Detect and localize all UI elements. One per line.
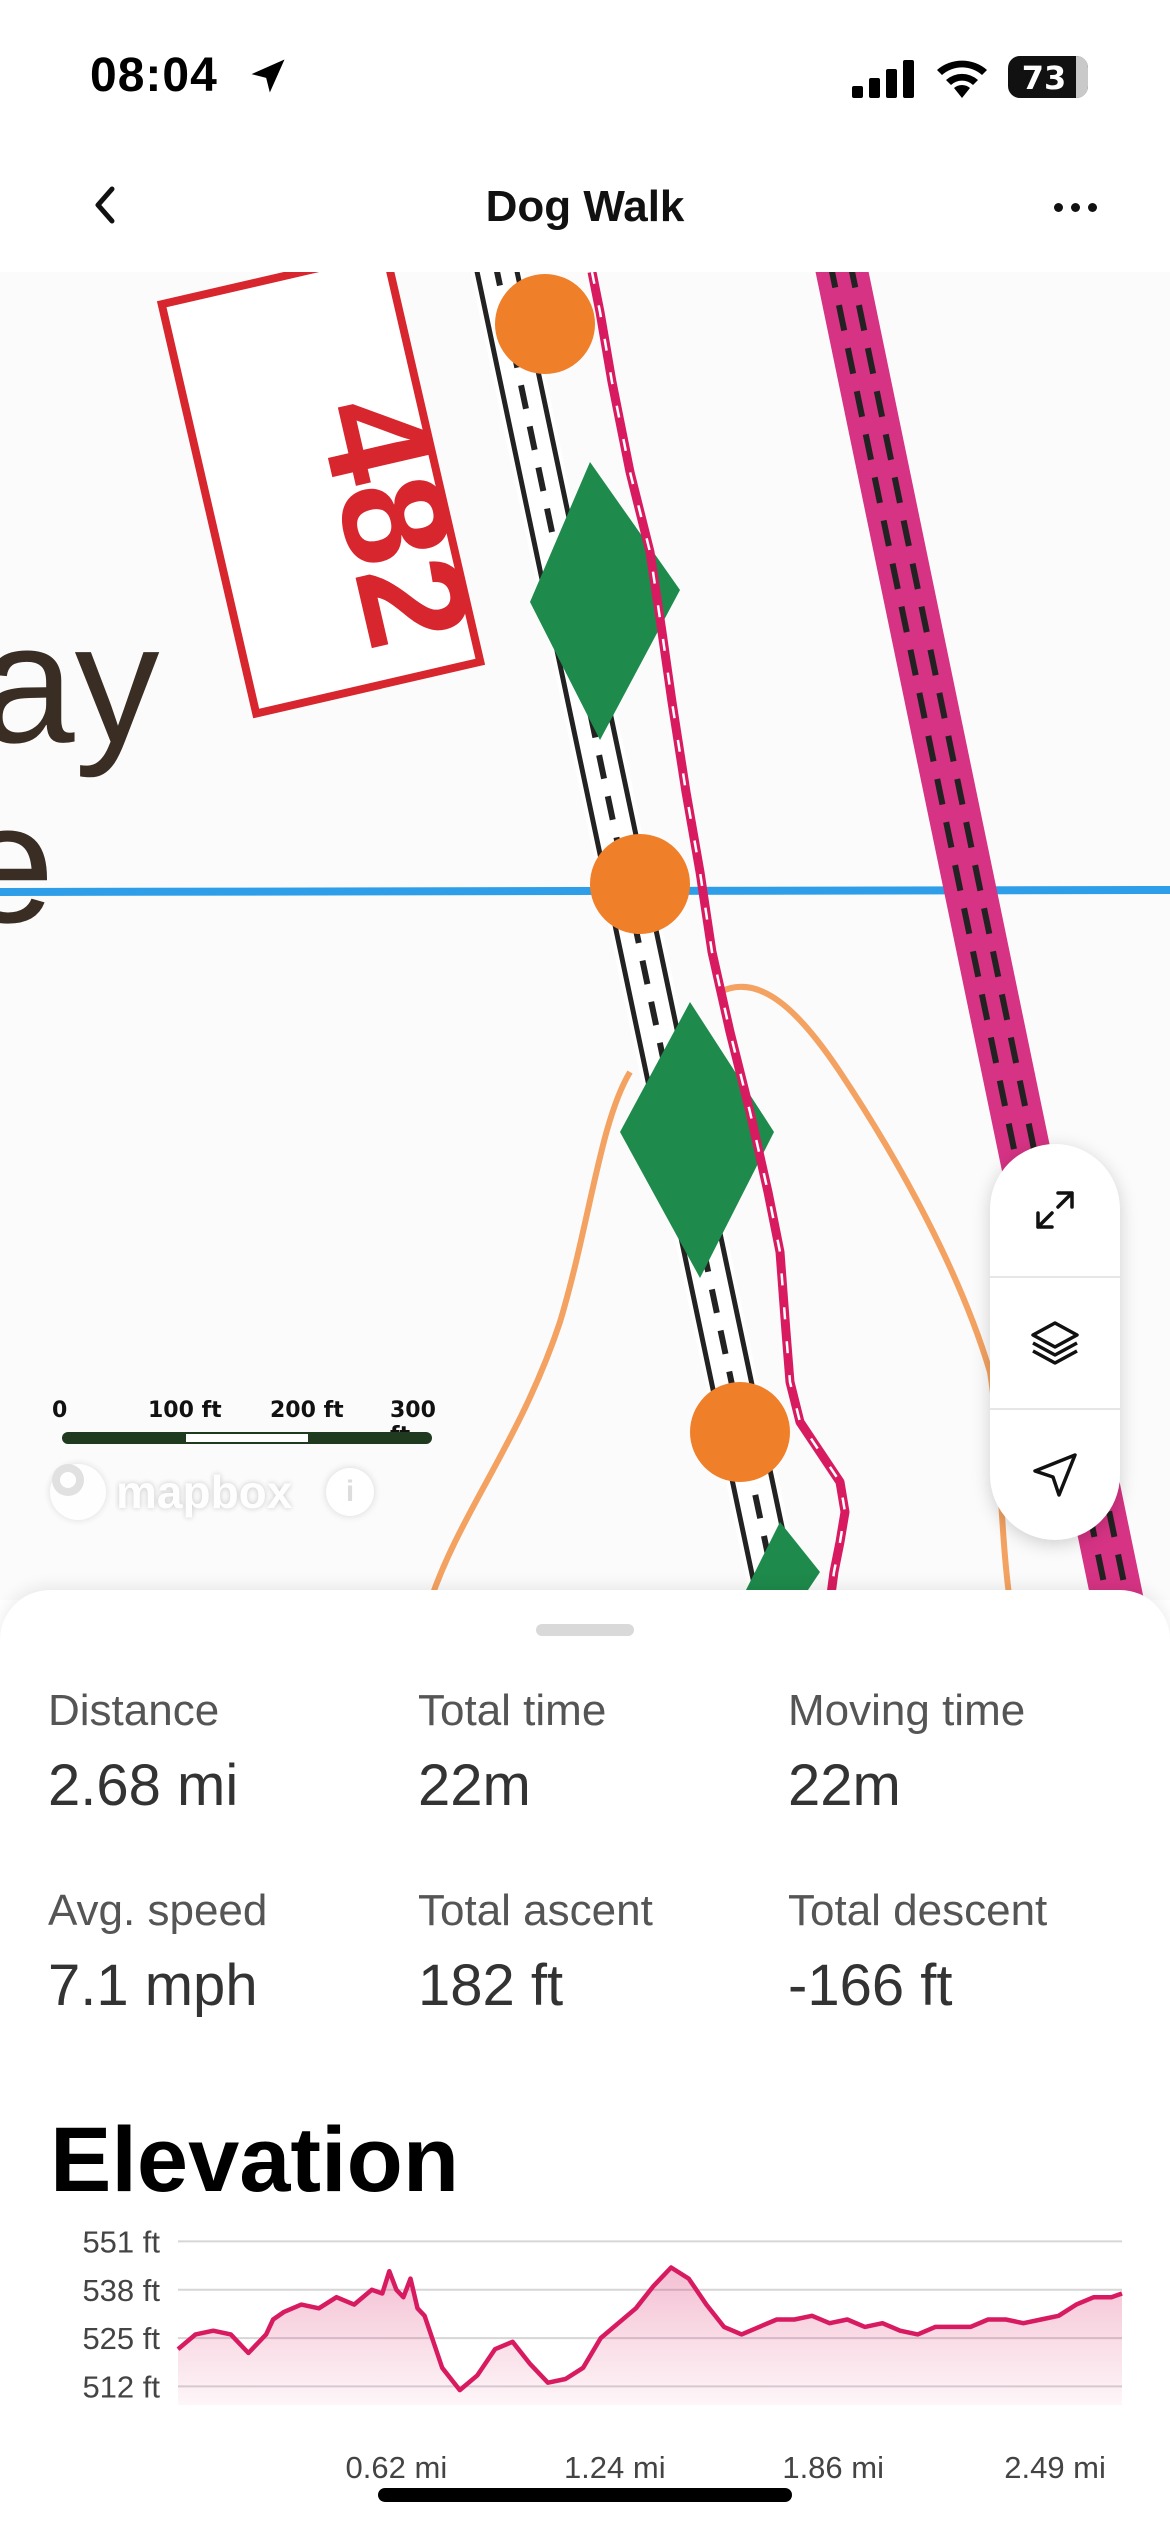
y-tick-label: 538 ft (82, 2273, 160, 2308)
stat-total-ascent: Total ascent 182 ft (418, 1886, 778, 2019)
stat-value: 182 ft (418, 1953, 564, 2018)
stat-label: Avg. speed (48, 1886, 268, 1935)
scale-label: 100 ft (148, 1398, 222, 1423)
stat-distance: Distance 2.68 mi (48, 1686, 408, 1819)
x-tick-label: 1.86 mi (782, 2450, 884, 2485)
map-waypoint-marker (590, 834, 690, 934)
battery-icon: 73 (1008, 56, 1088, 98)
layers-icon (1031, 1321, 1079, 1365)
stats-sheet[interactable]: Distance 2.68 mi Total time 22m Moving t… (0, 1590, 1170, 2532)
map-scale-bar: 0 100 ft 200 ft 300 ft (52, 1398, 452, 1448)
place-label-fragment: e (0, 769, 55, 959)
stat-value: 7.1 mph (48, 1953, 258, 2018)
stat-label: Distance (48, 1686, 220, 1735)
x-tick-label: 0.62 mi (346, 2450, 448, 2485)
elevation-chart[interactable]: 551 ft 538 ft 525 ft 512 ft 0.62 mi 1.24 mi 1.… (0, 2230, 1170, 2490)
stat-value: -166 ft (788, 1953, 953, 2018)
status-time: 08:04 (90, 49, 218, 102)
stat-label: Total descent (788, 1886, 1048, 1935)
scale-label: 0 (52, 1398, 68, 1423)
stat-value: 22m (788, 1753, 901, 1818)
map-layers-button[interactable] (990, 1276, 1120, 1408)
nav-bar: Dog Walk (0, 150, 1170, 272)
page-title: Dog Walk (485, 182, 685, 231)
stat-total-descent: Total descent -166 ft (788, 1886, 1148, 2019)
stat-label: Moving time (788, 1686, 1026, 1735)
status-bar: 08:04 73 (0, 0, 1170, 150)
place-label-fragment: ay (0, 589, 160, 779)
map-controls (990, 1144, 1120, 1540)
info-icon[interactable]: i (326, 1468, 374, 1516)
expand-map-button[interactable] (990, 1144, 1120, 1276)
sheet-grabber[interactable] (536, 1624, 634, 1636)
y-tick-label: 525 ft (82, 2321, 160, 2356)
stat-label: Total ascent (418, 1886, 653, 1935)
elevation-title: Elevation (50, 2109, 460, 2211)
stat-label: Total time (418, 1686, 607, 1735)
navigate-icon (1033, 1453, 1077, 1497)
map-waypoint-marker (495, 274, 595, 374)
stat-total-time: Total time 22m (418, 1686, 778, 1819)
location-arrow-icon (251, 59, 285, 93)
stat-moving-time: Moving time 22m (788, 1686, 1148, 1819)
more-button[interactable] (1040, 182, 1110, 232)
wifi-icon (937, 60, 987, 98)
battery-level: 73 (1021, 59, 1067, 97)
map-contour (427, 1070, 633, 1600)
stat-avg-speed: Avg. speed 7.1 mph (48, 1886, 408, 2019)
y-tick-label: 551 ft (82, 2230, 160, 2259)
signal-icon (852, 60, 914, 98)
mapbox-wordmark: mapbox (116, 1466, 293, 1518)
locate-button[interactable] (990, 1408, 1120, 1540)
mapbox-logo[interactable]: mapbox (50, 1462, 292, 1522)
ellipsis-icon (1053, 202, 1063, 212)
expand-icon (1036, 1191, 1074, 1229)
map-waypoint-marker (690, 1382, 790, 1482)
x-tick-label: 1.24 mi (564, 2450, 666, 2485)
stat-value: 22m (418, 1753, 531, 1818)
home-indicator[interactable] (378, 2488, 792, 2502)
x-tick-label: 2.49 mi (1004, 2450, 1106, 2485)
scale-label: 200 ft (270, 1398, 344, 1423)
stat-value: 2.68 mi (48, 1753, 239, 1818)
y-tick-label: 512 ft (82, 2369, 160, 2404)
